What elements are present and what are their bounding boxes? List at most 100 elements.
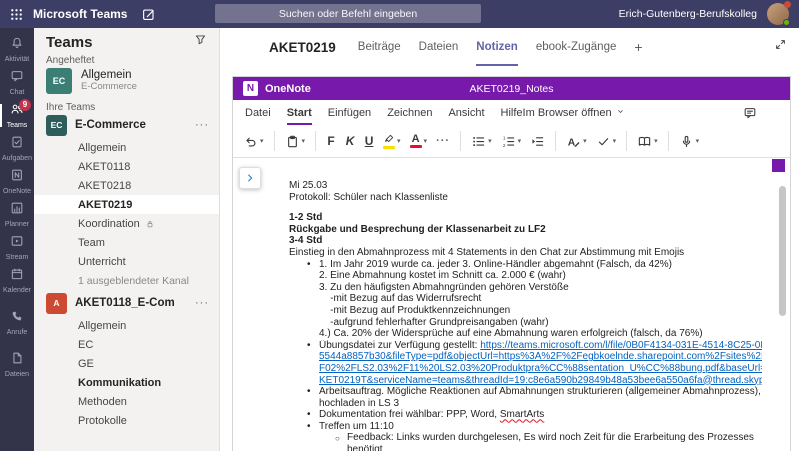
tab-beitr-ge[interactable]: Beiträge	[358, 28, 401, 66]
menu-datei[interactable]: Datei	[245, 100, 271, 125]
tab-notizen[interactable]: Notizen	[476, 28, 518, 66]
channel-item-unterricht[interactable]: Unterricht	[34, 252, 219, 271]
filter-icon[interactable]	[194, 33, 207, 51]
expand-tab-icon[interactable]	[774, 38, 787, 56]
add-tab-button[interactable]: +	[634, 28, 642, 66]
ribbon-bullets-button[interactable]: ▾	[471, 134, 492, 149]
channel-item-allgemein[interactable]: Allgemein	[34, 316, 219, 335]
waffle-icon[interactable]	[9, 7, 24, 22]
rail-item-anrufe[interactable]: Anrufe	[0, 306, 34, 339]
pinned-channel[interactable]: EC Allgemein E-Commerce	[34, 65, 219, 97]
rail-item-dateien[interactable]: Dateien	[0, 348, 34, 381]
divider	[315, 131, 317, 151]
ribbon-styles-button[interactable]: A ▾	[566, 134, 587, 149]
ribbon-undo-button[interactable]: ▾	[243, 134, 264, 149]
rail-item-label: Aktivität	[4, 56, 30, 63]
scrollbar-thumb[interactable]	[779, 186, 786, 316]
channel-item-koordination[interactable]: Koordination	[34, 214, 219, 233]
more-options-icon[interactable]: ···	[195, 297, 209, 309]
ribbon-indent-button[interactable]	[530, 134, 545, 149]
channel-item-protokolle[interactable]: Protokolle	[34, 411, 219, 430]
compose-icon[interactable]	[141, 7, 156, 22]
rail-item-chat[interactable]: Chat	[0, 66, 34, 99]
ribbon-italic-button[interactable]: K	[345, 134, 355, 148]
tab-dateien[interactable]: Dateien	[419, 28, 459, 66]
more-options-icon[interactable]: ···	[195, 119, 209, 131]
file-link[interactable]: https://teams.microsoft.com/l/file/0B0F4…	[480, 340, 762, 351]
rail-item-label: OneNote	[2, 188, 32, 195]
menu-start[interactable]: Start	[286, 100, 312, 125]
file-link[interactable]: F02%2FLS2.03%2F11%20LS2.03%20Produktpra%…	[319, 363, 762, 374]
chat-icon	[10, 69, 24, 88]
user-avatar[interactable]	[767, 1, 791, 26]
bullet-icon: •	[307, 258, 311, 270]
rail-item-label: Kalender	[2, 287, 32, 294]
menu-ansicht[interactable]: Ansicht	[448, 100, 484, 125]
pane-toggle-button[interactable]	[772, 159, 785, 172]
bullet-icon: •	[307, 409, 311, 421]
channel-view: AKE AKET0219 Beiträge Dateien Notizen ebook…	[220, 28, 799, 451]
menu-einf-gen[interactable]: Einfügen	[328, 100, 371, 125]
ribbon-dictate-button[interactable]: ▾	[679, 134, 700, 149]
rail-item-label: Dateien	[4, 371, 30, 378]
ribbon-underline-button[interactable]: U	[364, 134, 374, 148]
note-bullet: • Treffen um 11:10	[307, 420, 394, 432]
pinned-section-label: Angeheftet	[46, 55, 95, 66]
onenote-menubar: Datei Start Einfügen Zeichnen Ansicht Hilfe I…	[233, 100, 790, 125]
ribbon-text-highlight-button[interactable]: ▾	[383, 133, 401, 149]
channel-item-aket0218[interactable]: AKET0218	[34, 176, 219, 195]
channel-item-aket0219[interactable]: AKET0219	[34, 195, 219, 214]
rail-item-stream[interactable]: Stream	[0, 231, 34, 264]
ribbon-more-formatting-button[interactable]: ···	[436, 135, 450, 147]
ribbon-tag-button[interactable]: ▾	[596, 134, 616, 149]
italic-icon: K	[345, 134, 355, 148]
channel-item-ec[interactable]: EC	[34, 335, 219, 354]
menu-hilfe[interactable]: Hilfe	[501, 100, 523, 125]
ribbon-font-color-button[interactable]: A ▾	[409, 134, 427, 148]
open-in-browser-button[interactable]: Im Browser öffnen	[523, 107, 625, 119]
channel-item-team[interactable]: Team	[34, 233, 219, 252]
svg-text:2: 2	[502, 142, 505, 147]
chevron-down-icon: ▾	[301, 138, 306, 145]
divider	[555, 131, 557, 151]
rail-gap	[0, 297, 34, 306]
channel-name: Kommunikation	[78, 376, 162, 389]
channel-item-aket0118[interactable]: AKET0118	[34, 157, 219, 176]
rail-item-label: Teams	[6, 122, 28, 129]
nav-pane-toggle[interactable]	[239, 167, 261, 189]
ribbon-numbering-button[interactable]: 1 2 ▾	[501, 134, 521, 149]
channel-item-methoden[interactable]: Methoden	[34, 392, 219, 411]
ribbon-paste-button[interactable]: ▾	[285, 134, 306, 149]
note-link-line: KET0219T&serviceName=teams&threadId=19:c…	[319, 375, 762, 387]
rail-item-planner[interactable]: Planner	[0, 198, 34, 231]
file-link[interactable]: KET0219T&serviceName=teams&threadId=19:c…	[319, 375, 762, 386]
channel-title: AKET0219	[269, 39, 336, 55]
search-input[interactable]	[215, 4, 481, 23]
team-item-aket0118-e-com[interactable]: A AKET0118_E-Com ···	[34, 290, 219, 316]
tab-ebook-zug-nge[interactable]: ebook-Zugänge	[536, 28, 617, 66]
note-content[interactable]: Mi 25.03 Protokoll: Schüler nach Klassenl…	[289, 180, 762, 451]
file-link[interactable]: 5544a8857b30&fileType=pdf&objectUrl=http…	[319, 351, 762, 362]
ribbon-immersive-reader-button[interactable]: ▾	[637, 134, 658, 149]
channel-item-1-ausgeblendeter-kanal[interactable]: 1 ausgeblendeter Kanal	[34, 271, 219, 290]
channel-item-ge[interactable]: GE	[34, 354, 219, 373]
ribbon-bold-button[interactable]: F	[326, 134, 336, 148]
menu-items: Datei Start Einfügen Zeichnen Ansicht Hilfe	[245, 100, 523, 125]
comments-icon[interactable]	[743, 106, 757, 120]
bullet-icon: •	[307, 386, 311, 398]
team-item-e-commerce[interactable]: EC E-Commerce ···	[34, 112, 219, 138]
scrollbar[interactable]	[779, 178, 786, 449]
app-rail: Aktivität Chat 9 Teams Aufgaben OneNote Planne…	[0, 28, 34, 451]
rail-item-aktivit-t[interactable]: Aktivität	[0, 33, 34, 66]
rail-item-onenote[interactable]: OneNote	[0, 165, 34, 198]
chevron-down-icon: ▾	[695, 138, 700, 145]
app-title: Microsoft Teams	[33, 7, 128, 21]
rail-item-teams[interactable]: 9 Teams	[0, 99, 34, 132]
menu-zeichnen[interactable]: Zeichnen	[387, 100, 432, 125]
channel-item-kommunikation[interactable]: Kommunikation	[34, 373, 219, 392]
rail-item-aufgaben[interactable]: Aufgaben	[0, 132, 34, 165]
team-name: AKET0118_E-Com	[75, 297, 175, 309]
top-bar: Microsoft Teams Erich-Gutenberg-Berufsko…	[0, 0, 799, 28]
rail-item-kalender[interactable]: Kalender	[0, 264, 34, 297]
channel-item-allgemein[interactable]: Allgemein	[34, 138, 219, 157]
